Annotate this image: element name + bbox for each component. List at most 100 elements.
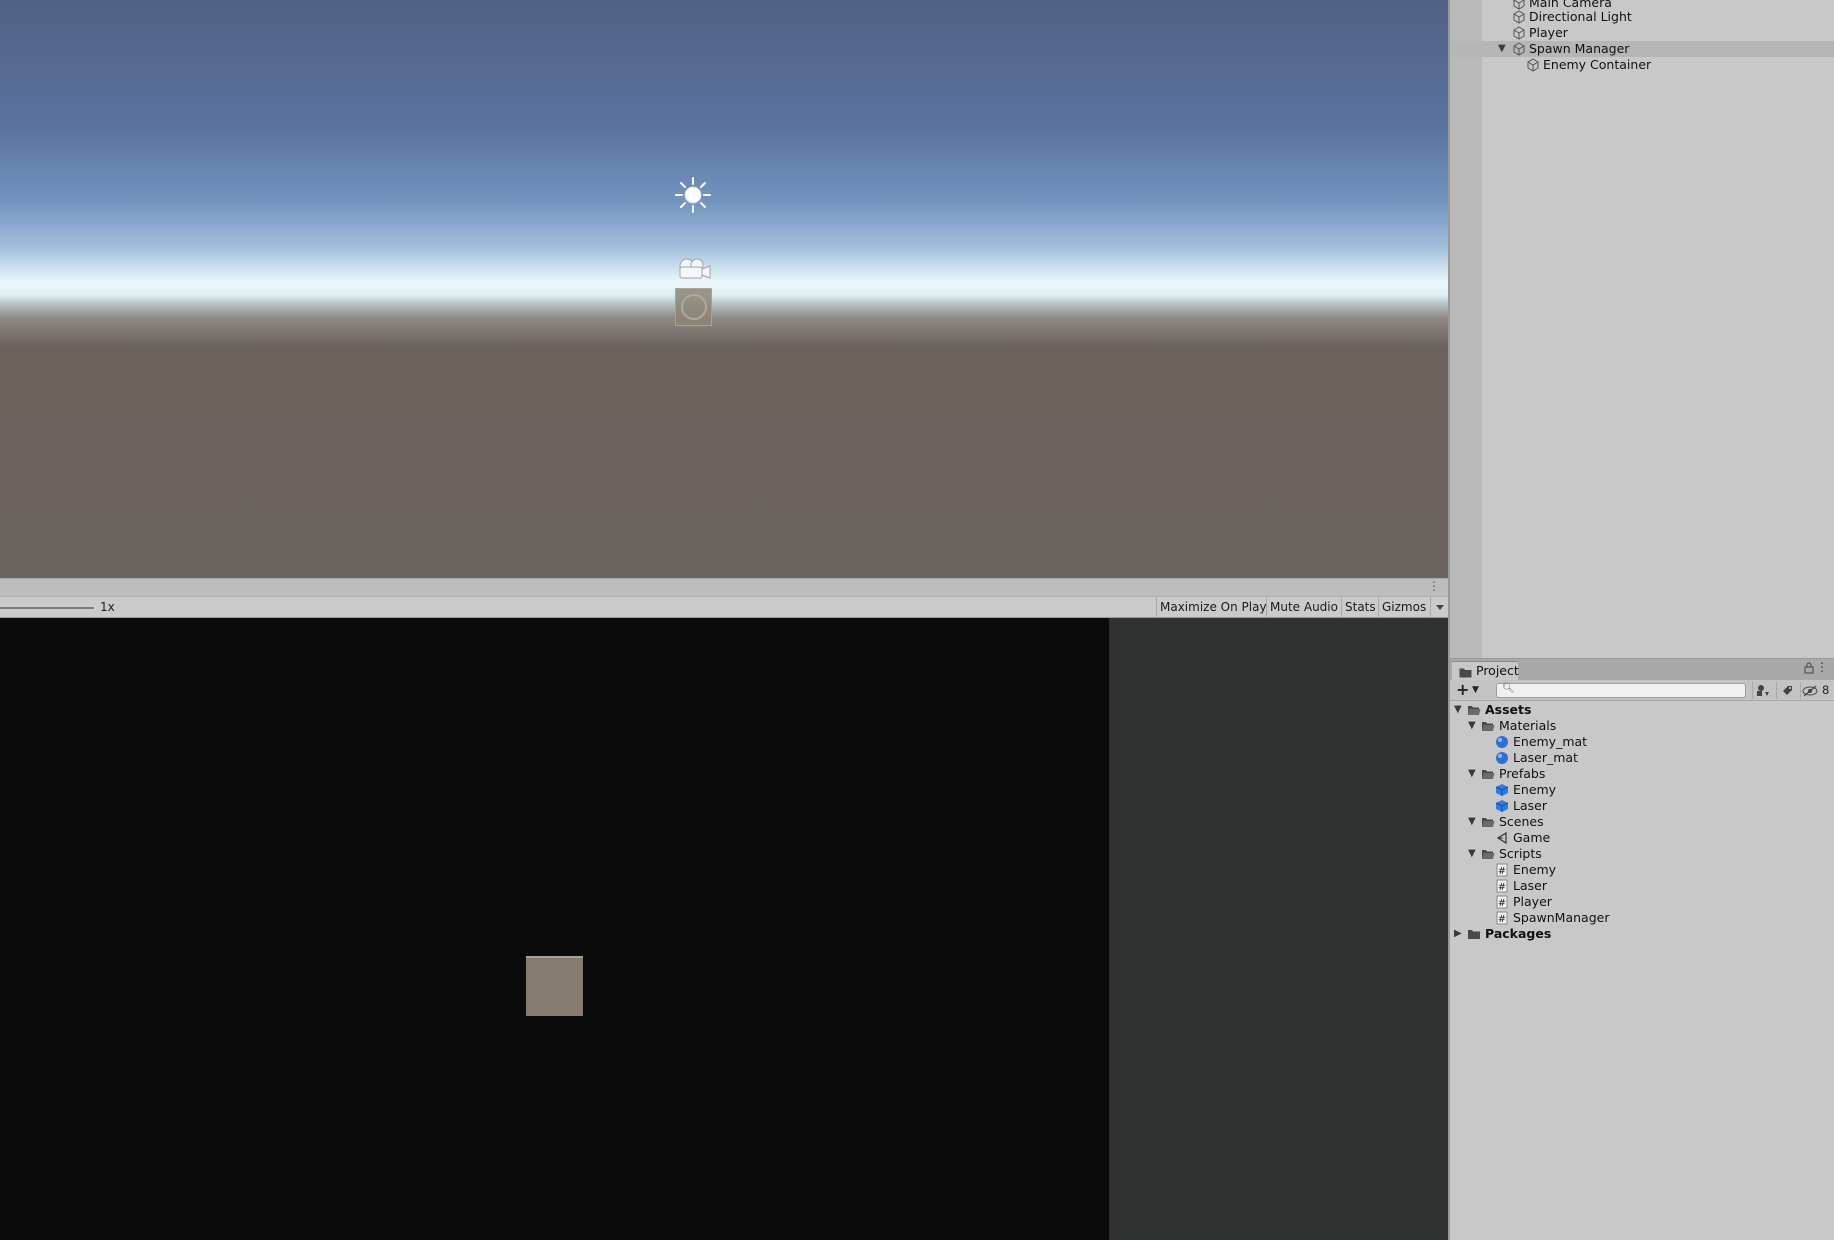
material-icon: [1495, 734, 1509, 750]
folder-closed-icon: [1467, 926, 1481, 942]
tree-item-label: Enemy: [1513, 782, 1557, 797]
tree-item-label: Enemy: [1513, 862, 1557, 877]
gameobject-icon: [1512, 9, 1526, 25]
hierarchy-gutter: [1450, 0, 1482, 658]
tree-item-label: Game: [1513, 830, 1551, 845]
material-icon: [1495, 750, 1509, 766]
create-button[interactable]: + ▼: [1454, 681, 1484, 699]
tree-folder-prefabs[interactable]: ▼ Prefabs: [1450, 766, 1834, 782]
tree-item-player-script[interactable]: # Player: [1450, 894, 1834, 910]
fold-closed-icon[interactable]: ▶: [1454, 926, 1462, 942]
prefab-icon: [1495, 782, 1509, 798]
svg-text:#: #: [1498, 882, 1506, 893]
folder-open-icon: [1467, 702, 1481, 718]
hierarchy-item-label: Directional Light: [1529, 9, 1632, 24]
project-tabbar: Project ⋮: [1450, 659, 1834, 680]
tree-item-label: Materials: [1499, 718, 1557, 733]
hierarchy-item-label: Spawn Manager: [1529, 41, 1630, 56]
fold-open-icon[interactable]: ▼: [1468, 718, 1476, 734]
project-toolbar: + ▼ 🔍︎ 8: [1450, 680, 1834, 701]
tree-item-laser-mat[interactable]: Laser_mat: [1450, 750, 1834, 766]
game-view: [0, 618, 1448, 1240]
tree-item-laser-prefab[interactable]: Laser: [1450, 798, 1834, 814]
search-field[interactable]: 🔍︎: [1496, 683, 1746, 698]
search-input[interactable]: [1515, 684, 1743, 697]
scale-value: 1x: [100, 600, 115, 614]
player-cube: [526, 956, 583, 1016]
more-options-icon[interactable]: ⋮: [1816, 660, 1828, 674]
folder-open-icon: [1481, 766, 1495, 782]
sphere-icon[interactable]: [675, 288, 712, 326]
hierarchy-item-label: Player: [1529, 25, 1568, 40]
chevron-down-icon[interactable]: [1430, 597, 1448, 618]
maximize-on-play-button[interactable]: Maximize On Play: [1156, 597, 1270, 618]
lock-icon[interactable]: [1804, 662, 1814, 678]
fold-open-icon[interactable]: ▼: [1468, 814, 1476, 830]
tree-item-label: SpawnManager: [1513, 910, 1610, 925]
folder-open-icon: [1481, 846, 1495, 862]
svg-text:#: #: [1498, 914, 1506, 925]
tree-item-label: Player: [1513, 894, 1552, 909]
search-icon: 🔍︎: [1502, 683, 1515, 694]
scale-slider[interactable]: [0, 607, 94, 609]
tree-item-spawnmanager-script[interactable]: # SpawnManager: [1450, 910, 1834, 926]
filter-by-label-icon[interactable]: [1776, 682, 1798, 699]
hierarchy-item-directional-light[interactable]: Directional Light: [1450, 9, 1834, 25]
fold-open-icon[interactable]: ▼: [1468, 846, 1476, 862]
game-viewport[interactable]: [0, 618, 1109, 1240]
tab-project[interactable]: Project: [1452, 661, 1519, 680]
filter-by-type-icon[interactable]: [1752, 682, 1774, 699]
game-toolbar: 1x Maximize On Play Mute Audio Stats Giz…: [0, 596, 1448, 618]
tree-folder-assets[interactable]: ▼ Assets: [1450, 702, 1834, 718]
folder-open-icon: [1481, 814, 1495, 830]
tree-item-enemy-script[interactable]: # Enemy: [1450, 862, 1834, 878]
script-icon: #: [1495, 878, 1509, 894]
hierarchy-panel: Main Camera Directional Light Player ▼ S…: [1448, 0, 1834, 658]
sun-icon[interactable]: [673, 175, 713, 215]
folder-open-icon: [1481, 718, 1495, 734]
tree-folder-packages[interactable]: ▶ Packages: [1450, 926, 1834, 942]
scene-view[interactable]: [0, 0, 1448, 578]
stats-button[interactable]: Stats: [1341, 597, 1379, 618]
scene-icon: [1495, 830, 1509, 846]
fold-open-icon[interactable]: ▼: [1468, 766, 1476, 782]
script-icon: #: [1495, 910, 1509, 926]
tree-item-label: Scripts: [1499, 846, 1542, 861]
tree-item-label: Laser: [1513, 878, 1547, 893]
svg-text:#: #: [1498, 866, 1506, 877]
svg-text:#: #: [1498, 898, 1506, 909]
tree-folder-materials[interactable]: ▼ Materials: [1450, 718, 1834, 734]
prefab-icon: [1495, 798, 1509, 814]
tree-item-game-scene[interactable]: Game: [1450, 830, 1834, 846]
tree-item-enemy-prefab[interactable]: Enemy: [1450, 782, 1834, 798]
tree-item-label: Enemy_mat: [1513, 734, 1588, 749]
hidden-count: 8: [1822, 683, 1830, 697]
hierarchy-item-spawn-manager[interactable]: ▼ Spawn Manager: [1450, 41, 1834, 57]
hierarchy-item-label: Enemy Container: [1543, 57, 1652, 72]
more-options-icon[interactable]: ⋮: [1428, 579, 1440, 593]
hierarchy-item-player[interactable]: Player: [1450, 25, 1834, 41]
tree-item-laser-script[interactable]: # Laser: [1450, 878, 1834, 894]
tree-folder-scripts[interactable]: ▼ Scripts: [1450, 846, 1834, 862]
tree-folder-scenes[interactable]: ▼ Scenes: [1450, 814, 1834, 830]
fold-open-icon[interactable]: ▼: [1498, 41, 1506, 57]
camera-icon[interactable]: [676, 255, 712, 283]
script-icon: #: [1495, 894, 1509, 910]
project-panel: Project ⋮ + ▼ 🔍︎ 8 ▼ Assets ▼ Materials …: [1448, 658, 1834, 1240]
gameobject-icon: [1512, 41, 1526, 57]
tree-item-label: Laser_mat: [1513, 750, 1578, 765]
gizmos-button[interactable]: Gizmos: [1378, 597, 1429, 618]
tree-item-label: Assets: [1485, 702, 1532, 717]
script-icon: #: [1495, 862, 1509, 878]
hierarchy-item-enemy-container[interactable]: Enemy Container: [1450, 57, 1834, 73]
tree-item-label: Packages: [1485, 926, 1552, 941]
mute-audio-button[interactable]: Mute Audio: [1266, 597, 1341, 618]
tree-item-label: Laser: [1513, 798, 1547, 813]
gameobject-icon: [1512, 25, 1526, 41]
panel-divider[interactable]: ⋮: [0, 578, 1448, 596]
tree-item-label: Prefabs: [1499, 766, 1546, 781]
tree-item-enemy-mat[interactable]: Enemy_mat: [1450, 734, 1834, 750]
fold-open-icon[interactable]: ▼: [1454, 702, 1462, 718]
tab-label: Project: [1476, 663, 1519, 678]
hidden-packages-icon[interactable]: 8: [1800, 682, 1834, 699]
